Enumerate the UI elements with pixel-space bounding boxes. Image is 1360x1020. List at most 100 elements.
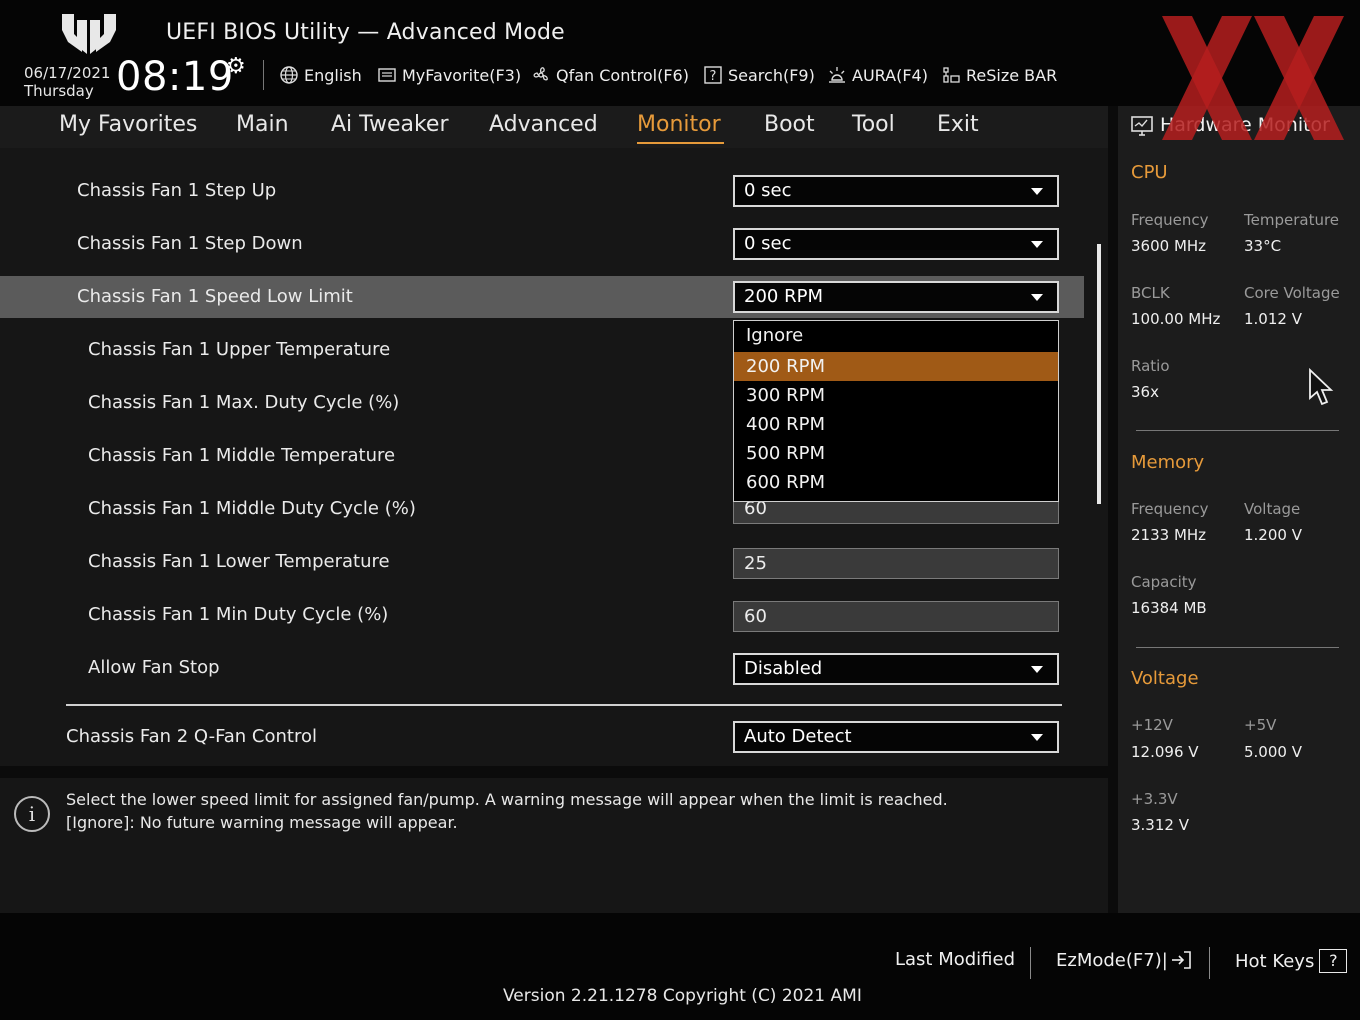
date-display: 06/17/2021 xyxy=(24,64,111,82)
setting-label: Chassis Fan 1 Step Up xyxy=(77,180,277,201)
dropdown-value: 200 RPM xyxy=(744,286,823,307)
cpu-temperature-value: 33°C xyxy=(1244,237,1282,255)
hot-keys-button[interactable]: Hot Keys ? xyxy=(1235,949,1348,973)
scrollbar[interactable] xyxy=(1097,244,1101,504)
search-button[interactable]: ? Search(F9) xyxy=(702,62,815,88)
speed-low-limit-dropdown[interactable]: 200 RPM xyxy=(733,281,1059,313)
svg-text:?: ? xyxy=(710,69,717,84)
v5-value: 5.000 V xyxy=(1244,743,1302,761)
caret-down-icon xyxy=(1031,188,1043,195)
footer-divider xyxy=(1030,947,1031,979)
caret-down-icon xyxy=(1031,294,1043,301)
help-search-icon: ? xyxy=(702,64,724,86)
option-200-rpm[interactable]: 200 RPM xyxy=(734,352,1058,381)
hardware-monitor-panel: Hardware Monitor CPU Frequency Temperatu… xyxy=(1118,106,1360,913)
tuf-logo xyxy=(62,14,116,54)
setting-row-selected[interactable]: Chassis Fan 1 Speed Low Limit 200 RPM xyxy=(0,276,1084,318)
chassis-fan-2-qfan-dropdown[interactable]: Auto Detect xyxy=(733,721,1059,753)
cpu-frequency-value: 3600 MHz xyxy=(1131,237,1207,255)
app-title: UEFI BIOS Utility — Advanced Mode xyxy=(166,20,565,45)
bclk-label: BCLK xyxy=(1131,284,1170,302)
ezmode-button[interactable]: EzMode(F7)| xyxy=(1056,949,1192,971)
myfavorite-label: MyFavorite(F3) xyxy=(402,65,522,85)
option-600-rpm[interactable]: 600 RPM xyxy=(734,468,1058,497)
setting-row[interactable]: Chassis Fan 1 Min Duty Cycle (%) 60 xyxy=(0,594,1084,636)
monitor-icon xyxy=(1131,116,1153,136)
tab-exit[interactable]: Exit xyxy=(937,112,979,137)
gear-icon[interactable]: ⚙ xyxy=(226,54,246,79)
memory-heading: Memory xyxy=(1131,452,1205,473)
setting-row[interactable]: Chassis Fan 1 Step Up 0 sec xyxy=(0,170,1084,212)
section-divider xyxy=(66,704,1062,706)
dropdown-value: 0 sec xyxy=(744,180,792,201)
setting-label: Chassis Fan 1 Max. Duty Cycle (%) xyxy=(88,392,400,413)
resize-bar-icon xyxy=(940,64,962,86)
cpu-frequency-label: Frequency xyxy=(1131,211,1209,229)
step-up-dropdown[interactable]: 0 sec xyxy=(733,175,1059,207)
last-modified-button[interactable]: Last Modified xyxy=(895,949,1015,970)
min-duty-cycle-field[interactable]: 60 xyxy=(733,601,1059,632)
tab-boot[interactable]: Boot xyxy=(764,112,815,137)
top-header: UEFI BIOS Utility — Advanced Mode 06/17/… xyxy=(0,0,1360,106)
clock-display: 08:19 xyxy=(116,54,234,100)
setting-label: Chassis Fan 1 Step Down xyxy=(77,233,303,254)
qfan-label: Qfan Control(F6) xyxy=(556,65,689,85)
resize-bar-label: ReSize BAR xyxy=(966,65,1058,85)
tab-main[interactable]: Main xyxy=(236,112,289,137)
setting-row[interactable]: Chassis Fan 2 Q-Fan Control Auto Detect xyxy=(0,716,1084,758)
option-300-rpm[interactable]: 300 RPM xyxy=(734,381,1058,410)
voltage-heading: Voltage xyxy=(1131,668,1199,689)
setting-row[interactable]: Chassis Fan 1 Lower Temperature 25 xyxy=(0,541,1084,583)
header-divider xyxy=(263,60,264,90)
qfan-control-button[interactable]: Qfan Control(F6) xyxy=(530,62,689,88)
lower-temperature-field[interactable]: 25 xyxy=(733,548,1059,579)
memory-frequency-label: Frequency xyxy=(1131,500,1209,518)
tab-ai-tweaker[interactable]: Ai Tweaker xyxy=(331,112,449,137)
ratio-label: Ratio xyxy=(1131,357,1170,375)
setting-label: Chassis Fan 1 Lower Temperature xyxy=(88,551,390,572)
tab-tool[interactable]: Tool xyxy=(852,112,895,137)
memory-voltage-value: 1.200 V xyxy=(1244,526,1302,544)
option-400-rpm[interactable]: 400 RPM xyxy=(734,410,1058,439)
day-display: Thursday xyxy=(24,82,94,100)
option-500-rpm[interactable]: 500 RPM xyxy=(734,439,1058,468)
language-button[interactable]: English xyxy=(278,62,362,88)
setting-row[interactable]: Allow Fan Stop Disabled xyxy=(0,647,1084,689)
help-text-line1: Select the lower speed limit for assigne… xyxy=(66,790,948,809)
mouse-cursor-icon xyxy=(1309,368,1334,406)
option-ignore[interactable]: Ignore xyxy=(734,321,1058,350)
help-text-line2: [Ignore]: No future warning message will… xyxy=(66,813,458,832)
v33-value: 3.312 V xyxy=(1131,816,1189,834)
allow-fan-stop-dropdown[interactable]: Disabled xyxy=(733,653,1059,685)
favorite-icon xyxy=(376,64,398,86)
myfavorite-button[interactable]: MyFavorite(F3) xyxy=(376,62,521,88)
resize-bar-button[interactable]: ReSize BAR xyxy=(940,62,1057,88)
step-down-dropdown[interactable]: 0 sec xyxy=(733,228,1059,260)
cpu-heading: CPU xyxy=(1131,162,1168,183)
hw-divider xyxy=(1136,647,1339,648)
setting-row[interactable]: Chassis Fan 1 Step Down 0 sec xyxy=(0,223,1084,265)
v5-label: +5V xyxy=(1244,716,1277,734)
hw-divider xyxy=(1136,430,1339,431)
bclk-value: 100.00 MHz xyxy=(1131,310,1221,328)
fan-icon xyxy=(530,64,552,86)
caret-down-icon xyxy=(1031,734,1043,741)
core-voltage-label: Core Voltage xyxy=(1244,284,1340,302)
memory-voltage-label: Voltage xyxy=(1244,500,1301,518)
tab-advanced[interactable]: Advanced xyxy=(489,112,598,137)
aura-button[interactable]: AURA(F4) xyxy=(826,62,928,88)
info-icon: i xyxy=(14,796,50,832)
speed-low-limit-options: Ignore 200 RPM 300 RPM 400 RPM 500 RPM 6… xyxy=(733,320,1059,502)
v12-label: +12V xyxy=(1131,716,1173,734)
tab-my-favorites[interactable]: My Favorites xyxy=(59,112,197,137)
aura-label: AURA(F4) xyxy=(852,65,928,85)
tab-monitor[interactable]: Monitor xyxy=(637,112,721,137)
memory-frequency-value: 2133 MHz xyxy=(1131,526,1207,544)
dropdown-value: 0 sec xyxy=(744,233,792,254)
caret-down-icon xyxy=(1031,241,1043,248)
last-modified-label: Last Modified xyxy=(895,949,1016,970)
footer-bar: Last Modified EzMode(F7)| Hot Keys ? Ver… xyxy=(0,913,1360,1020)
v12-value: 12.096 V xyxy=(1131,743,1199,761)
v33-label: +3.3V xyxy=(1131,790,1178,808)
language-label: English xyxy=(304,65,362,85)
